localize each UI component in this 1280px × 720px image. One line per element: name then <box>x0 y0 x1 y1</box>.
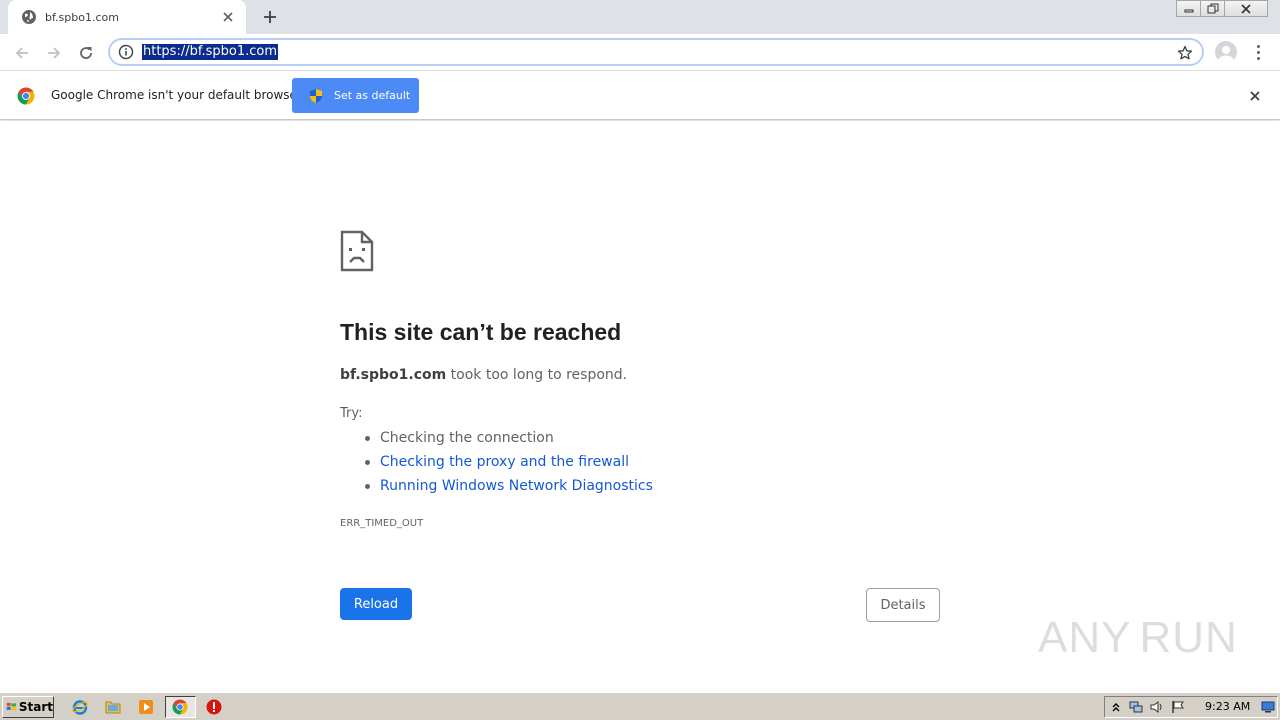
plus-icon[interactable] <box>260 8 280 26</box>
set-as-default-button[interactable]: Set as default <box>292 78 419 113</box>
taskbar: Start 9:23 AM <box>0 692 1280 720</box>
system-tray: 9:23 AM <box>1104 696 1278 718</box>
desktop-icon[interactable] <box>1261 700 1275 714</box>
url-text[interactable]: https://bf.spbo1.com <box>142 44 279 60</box>
menu-icon[interactable] <box>1250 42 1266 62</box>
star-icon[interactable] <box>1176 44 1194 62</box>
network-icon[interactable] <box>1129 700 1143 714</box>
error-description: bf.spbo1.com took too long to respond. <box>340 367 627 383</box>
chrome-logo-icon <box>17 87 35 105</box>
forward-arrow-icon[interactable] <box>42 41 66 65</box>
reload-icon[interactable] <box>74 41 98 65</box>
window-controls <box>1176 0 1268 17</box>
start-button[interactable]: Start <box>2 696 54 718</box>
watermark-right: RUN <box>1139 613 1238 662</box>
error-description-text: took too long to respond. <box>446 367 628 383</box>
info-icon[interactable] <box>118 44 134 60</box>
internet-explorer-icon[interactable] <box>71 698 89 716</box>
close-icon[interactable] <box>220 9 236 25</box>
set-as-default-label: Set as default <box>334 89 411 102</box>
chrome-icon <box>171 698 189 716</box>
volume-icon[interactable] <box>1150 700 1164 714</box>
error-page: This site can’t be reached bf.spbo1.com … <box>0 121 1280 692</box>
browser-toolbar: https://bf.spbo1.com <box>0 34 1280 71</box>
error-host: bf.spbo1.com <box>340 367 447 383</box>
tab-strip: bf.spbo1.com <box>0 0 1280 34</box>
details-button[interactable]: Details <box>866 588 940 622</box>
try-label: Try: <box>340 406 363 421</box>
suggestion-check-connection: Checking the connection <box>365 430 653 454</box>
restore-button[interactable] <box>1200 0 1225 17</box>
tab-title: bf.spbo1.com <box>45 10 119 24</box>
windows-flag-icon <box>6 702 17 711</box>
default-browser-infobar: Google Chrome isn't your default browser… <box>0 71 1280 120</box>
watermark-left: ANY <box>1038 613 1132 662</box>
chevron-up-icon[interactable] <box>1109 700 1123 714</box>
reload-button[interactable]: Reload <box>340 588 412 620</box>
suggestion-network-diagnostics-link[interactable]: Running Windows Network Diagnostics <box>365 478 653 502</box>
avatar-icon[interactable] <box>1215 41 1237 63</box>
infobar-message: Google Chrome isn't your default browser <box>51 88 302 102</box>
tab-active[interactable]: bf.spbo1.com <box>8 0 246 34</box>
media-player-icon[interactable] <box>137 698 155 716</box>
minimize-button[interactable] <box>1176 0 1201 17</box>
window-close-button[interactable] <box>1224 0 1268 17</box>
address-bar[interactable]: https://bf.spbo1.com <box>108 38 1204 66</box>
stop-icon[interactable] <box>205 698 223 716</box>
error-title: This site can’t be reached <box>340 319 622 345</box>
shield-icon <box>308 88 324 104</box>
taskbar-clock: 9:23 AM <box>1205 700 1251 713</box>
sad-page-icon <box>340 230 374 272</box>
back-arrow-icon[interactable] <box>10 41 34 65</box>
flag-icon[interactable] <box>1171 700 1185 714</box>
suggestion-check-proxy-link[interactable]: Checking the proxy and the firewall <box>365 454 653 478</box>
start-label: Start <box>18 700 53 714</box>
close-icon[interactable] <box>1247 88 1263 104</box>
error-code: ERR_TIMED_OUT <box>340 518 424 529</box>
globe-icon <box>21 9 37 25</box>
suggestion-list: Checking the connection Checking the pro… <box>365 430 653 502</box>
folder-icon[interactable] <box>104 698 122 716</box>
anyrun-watermark: ANY RUN <box>1038 608 1238 668</box>
